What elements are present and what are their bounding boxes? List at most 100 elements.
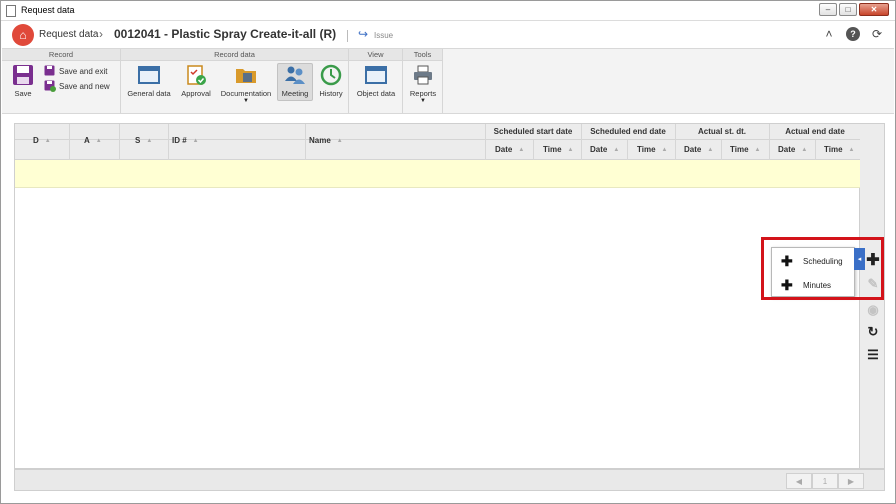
column-header-actual-end-date[interactable]: Date ▲	[778, 145, 807, 154]
group-scheduled-end: Scheduled end date	[590, 127, 666, 136]
record-header: ⌂ Request data › 0012041 - Plastic Spray…	[2, 22, 894, 48]
ribbon-group-view: View Object data	[349, 49, 403, 113]
sort-icon: ▲	[336, 137, 343, 144]
object-data-button[interactable]: Object data	[354, 64, 398, 98]
group-actual-start: Actual st. dt.	[697, 127, 746, 136]
object-data-label: Object data	[356, 89, 396, 98]
history-clock-icon	[319, 64, 343, 86]
sort-icon: ▲	[613, 146, 620, 153]
request-data-window: Request data – □ ✕ ⌂ Request data › 0012…	[0, 0, 896, 504]
sort-icon: ▲	[754, 146, 761, 153]
record-title: 0012041 - Plastic Spray Create-it-all (R…	[114, 27, 337, 41]
sort-icon: ▲	[95, 137, 102, 144]
save-and-new-button[interactable]: Save and new	[44, 80, 110, 92]
app-logo-icon: ⌂	[12, 24, 34, 46]
column-header-id[interactable]: ID # ▲	[172, 136, 199, 145]
pagination: ◀ 1 ▶	[786, 473, 864, 489]
view-eye-icon[interactable]: ◉	[865, 302, 881, 318]
grid-footer: ◀ 1 ▶	[14, 469, 885, 491]
column-header-end-time[interactable]: Time ▲	[637, 145, 667, 154]
general-data-button[interactable]: General data	[125, 64, 173, 98]
documentation-button[interactable]: Documentation ▼	[219, 64, 273, 104]
issue-icon[interactable]: ↪	[358, 27, 370, 41]
history-label: History	[319, 89, 343, 98]
table-row[interactable]	[15, 160, 861, 188]
column-header-s[interactable]: S ▲	[135, 136, 152, 145]
ribbon-group-title: Record	[2, 49, 120, 61]
sort-icon: ▲	[848, 146, 855, 153]
save-and-exit-button[interactable]: Save and exit	[44, 65, 107, 77]
sort-icon: ▲	[518, 146, 525, 153]
ribbon-group-title: View	[349, 49, 402, 61]
ribbon-toolbar: Record Save Save and exit Save and new R…	[2, 48, 894, 114]
collapse-icon[interactable]: ˄	[822, 27, 836, 41]
header-divider	[347, 30, 348, 42]
column-header-d[interactable]: D ▲	[33, 136, 51, 145]
dropdown-caret-icon: ▼	[420, 98, 426, 104]
save-button[interactable]: Save	[10, 64, 36, 98]
ribbon-group-title: Record data	[121, 49, 348, 61]
callout-highlight-box	[761, 237, 884, 300]
header-actions: ˄ ? ⟳	[822, 27, 884, 41]
meeting-button[interactable]: Meeting	[277, 63, 313, 101]
sort-icon: ▲	[567, 146, 574, 153]
group-actual-end: Actual end date	[785, 127, 845, 136]
column-header-actual-start-date[interactable]: Date ▲	[684, 145, 713, 154]
folder-icon	[234, 64, 258, 86]
meeting-people-icon	[283, 64, 307, 86]
save-and-new-label: Save and new	[59, 81, 110, 91]
chevron-right-icon: ›	[99, 27, 103, 41]
help-icon[interactable]: ?	[846, 27, 860, 41]
save-new-icon	[44, 80, 56, 92]
issue-link[interactable]: Issue	[374, 31, 393, 40]
general-data-icon	[137, 64, 161, 86]
sort-icon: ▲	[801, 146, 808, 153]
ribbon-group-tools: Tools Reports ▼	[403, 49, 443, 113]
title-bar: Request data – □ ✕	[1, 1, 895, 21]
general-data-label: General data	[127, 89, 171, 98]
maximize-button[interactable]: □	[839, 3, 857, 16]
column-header-start-date[interactable]: Date ▲	[495, 145, 524, 154]
window-title: Request data	[21, 5, 75, 15]
sort-icon: ▲	[146, 137, 153, 144]
approval-icon	[184, 64, 208, 86]
column-header-a[interactable]: A ▲	[84, 136, 102, 145]
sort-icon: ▲	[661, 146, 668, 153]
object-data-icon	[364, 64, 388, 86]
previous-page-icon[interactable]: ◀	[786, 473, 812, 489]
meetings-grid: Scheduled start date Scheduled end date …	[14, 123, 861, 469]
ribbon-group-record: Record Save Save and exit Save and new	[2, 49, 121, 113]
documentation-label: Documentation	[220, 89, 272, 98]
approval-label: Approval	[181, 89, 211, 98]
column-header-name[interactable]: Name ▲	[309, 136, 343, 145]
sort-icon: ▲	[707, 146, 714, 153]
breadcrumb[interactable]: Request data	[39, 29, 99, 40]
printer-icon	[411, 64, 435, 86]
save-and-exit-label: Save and exit	[59, 66, 108, 76]
refresh-icon[interactable]: ↻	[865, 324, 881, 340]
next-page-icon[interactable]: ▶	[838, 473, 864, 489]
dropdown-caret-icon: ▼	[243, 98, 249, 104]
column-header-start-time[interactable]: Time ▲	[543, 145, 573, 154]
save-label: Save	[14, 89, 32, 98]
minimize-button[interactable]: –	[819, 3, 837, 16]
column-header-actual-end-time[interactable]: Time ▲	[824, 145, 854, 154]
close-button[interactable]: ✕	[859, 3, 889, 16]
ribbon-group-record-data: Record data General data Approval Docume…	[121, 49, 349, 113]
sort-icon: ▲	[192, 137, 199, 144]
approval-button[interactable]: Approval	[178, 64, 214, 98]
group-scheduled-start: Scheduled start date	[493, 127, 573, 136]
sort-icon: ▲	[44, 137, 51, 144]
list-icon[interactable]: ☰	[865, 347, 881, 363]
page-number: 1	[812, 473, 838, 489]
meeting-label: Meeting	[281, 89, 309, 98]
history-button[interactable]: History	[316, 64, 346, 98]
reports-button[interactable]: Reports ▼	[407, 64, 439, 104]
refresh-icon[interactable]: ⟳	[870, 27, 884, 41]
column-header-actual-start-time[interactable]: Time ▲	[730, 145, 760, 154]
reports-label: Reports	[409, 89, 437, 98]
document-icon	[6, 5, 16, 17]
window-controls: – □ ✕	[819, 3, 889, 16]
ribbon-group-title: Tools	[403, 49, 442, 61]
column-header-end-date[interactable]: Date ▲	[590, 145, 619, 154]
